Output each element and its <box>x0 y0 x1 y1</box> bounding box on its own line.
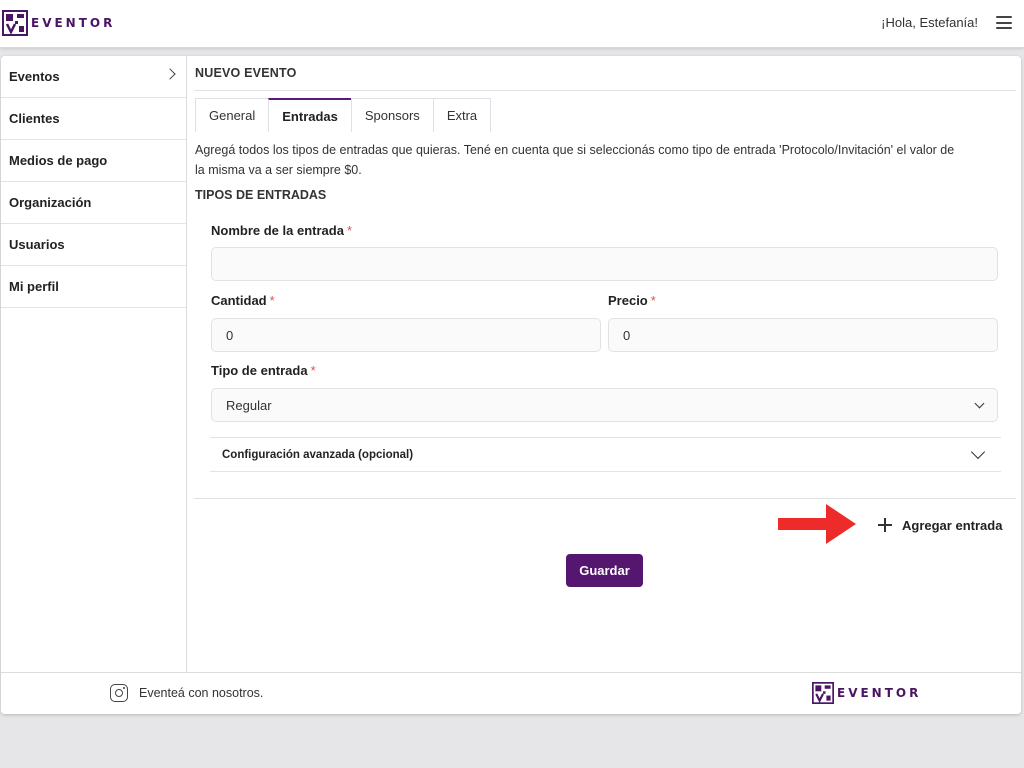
footer-eventor-logo: EVENTOR <box>812 682 921 704</box>
ticket-type-value: Regular <box>226 397 272 413</box>
ticket-type-label: Tipo de entrada * <box>211 363 316 378</box>
field-label-text: Precio <box>608 293 648 308</box>
save-button[interactable]: Guardar <box>566 554 643 587</box>
quantity-label: Cantidad * <box>211 293 275 308</box>
field-label-text: Tipo de entrada <box>211 363 308 378</box>
chevron-right-icon <box>164 68 176 80</box>
tab-general[interactable]: General <box>195 98 270 132</box>
required-mark: * <box>269 293 275 308</box>
sidebar-item-organizacion[interactable]: Organización <box>1 182 186 224</box>
price-label: Precio * <box>608 293 656 308</box>
page-title: NUEVO EVENTO <box>195 66 297 80</box>
footer-tagline: Eventeá con nosotros. <box>139 686 264 700</box>
top-bar: EVENTOR ¡Hola, Estefanía! <box>0 0 1024 48</box>
field-label-text: Nombre de la entrada <box>211 223 344 238</box>
eventor-logo-mark-icon <box>2 10 28 36</box>
required-mark: * <box>310 363 316 378</box>
sidebar-item-medios-de-pago[interactable]: Medios de pago <box>1 140 186 182</box>
sidebar-item-clientes[interactable]: Clientes <box>1 98 186 140</box>
sidebar-item-label: Medios de pago <box>9 153 108 168</box>
instagram-icon[interactable] <box>110 684 128 702</box>
sidebar-item-label: Clientes <box>9 111 60 126</box>
tab-bar: General Entradas Sponsors Extra <box>195 98 492 132</box>
price-input[interactable]: 0 <box>608 318 998 352</box>
red-arrow-icon <box>778 504 856 544</box>
ticket-name-input[interactable] <box>211 247 998 281</box>
sidebar-item-label: Usuarios <box>9 237 65 252</box>
section-title: TIPOS DE ENTRADAS <box>195 188 327 202</box>
plus-icon <box>878 518 892 532</box>
required-mark: * <box>650 293 656 308</box>
tab-extra[interactable]: Extra <box>432 98 492 132</box>
main-card: Eventos Clientes Medios de pago Organiza… <box>1 56 1021 714</box>
sidebar-item-usuarios[interactable]: Usuarios <box>1 224 186 266</box>
ticket-name-label: Nombre de la entrada * <box>211 223 352 238</box>
eventor-logo[interactable]: EVENTOR <box>2 10 115 36</box>
advanced-config-label: Configuración avanzada (opcional) <box>222 449 414 461</box>
required-mark: * <box>346 223 352 238</box>
sidebar: Eventos Clientes Medios de pago Organiza… <box>1 56 187 672</box>
content-area: NUEVO EVENTO General Entradas Sponsors E… <box>194 56 1016 672</box>
sidebar-item-label: Eventos <box>9 69 60 84</box>
field-label-text: Cantidad <box>211 293 267 308</box>
description-line: la misma va a ser siempre $0. <box>195 163 362 177</box>
sidebar-item-label: Mi perfil <box>9 279 59 294</box>
user-greeting: ¡Hola, Estefanía! <box>881 15 978 30</box>
description-line: Agregá todos los tipos de entradas que q… <box>195 143 955 157</box>
title-divider <box>194 90 1016 91</box>
chevron-down-icon <box>974 398 985 409</box>
quantity-input[interactable]: 0 <box>211 318 601 352</box>
tab-sponsors[interactable]: Sponsors <box>350 98 434 132</box>
eventor-logo-mark-icon <box>812 682 834 704</box>
sidebar-item-mi-perfil[interactable]: Mi perfil <box>1 266 186 308</box>
footer: Eventeá con nosotros. EVENTOR <box>1 672 1021 714</box>
tab-entradas[interactable]: Entradas <box>268 98 352 132</box>
section-divider <box>194 498 1016 499</box>
sidebar-item-eventos[interactable]: Eventos <box>1 56 186 98</box>
add-ticket-button[interactable]: Agregar entrada <box>878 514 1002 536</box>
hamburger-menu-icon[interactable] <box>996 16 1012 29</box>
ticket-type-select[interactable]: Regular <box>211 388 998 422</box>
chevron-down-icon <box>970 444 986 460</box>
advanced-config-accordion[interactable]: Configuración avanzada (opcional) <box>210 437 1001 472</box>
add-ticket-label: Agregar entrada <box>902 517 1003 533</box>
logo-wordmark: EVENTOR <box>31 16 116 30</box>
tickets-description: Agregá todos los tipos de entradas que q… <box>195 140 1017 180</box>
sidebar-item-label: Organización <box>9 195 92 210</box>
logo-wordmark: EVENTOR <box>837 686 922 700</box>
